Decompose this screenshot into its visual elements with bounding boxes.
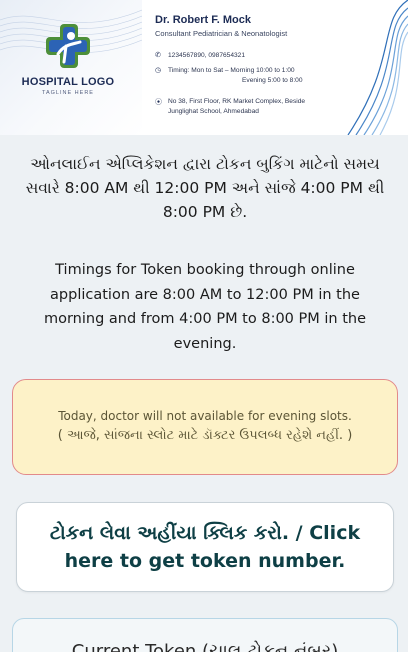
timing-line: ◷ Timing: Mon to Sat – Morning 10:00 to … <box>155 66 303 86</box>
swoosh-decoration <box>347 0 408 135</box>
hospital-cross-logo-icon <box>46 24 90 68</box>
doctor-title: Consultant Pediatrician & Neonatologist <box>155 29 288 38</box>
address-line: ⦿ No 38, First Floor, RK Market Complex,… <box>155 97 305 117</box>
get-token-button-label: ટોકન લેવા અહીંયા ક્લિક કરો. / Click here… <box>49 522 361 572</box>
current-token-label: Current Token (ચાલુ ટોકન નંબર) <box>71 641 339 652</box>
logo-panel: HOSPITAL LOGO TAGLINE HERE <box>0 0 142 135</box>
logo-tagline: TAGLINE HERE <box>42 90 94 96</box>
timing-line-2: Evening 5:00 to 8:00 <box>242 77 303 84</box>
timing-line-1: Timing: Mon to Sat – Morning 10:00 to 1:… <box>168 67 295 74</box>
get-token-button[interactable]: ટોકન લેવા અહીંયા ક્લિક કરો. / Click here… <box>16 502 394 592</box>
header-banner: HOSPITAL LOGO TAGLINE HERE Dr. Robert F.… <box>0 0 408 135</box>
location-pin-icon: ⦿ <box>155 99 162 106</box>
address-line-2: Junglighat School, Ahmedabad <box>168 108 259 115</box>
doctor-name: Dr. Robert F. Mock <box>155 14 251 26</box>
clock-icon: ◷ <box>155 67 162 74</box>
booking-timing-notice-english: Timings for Token booking through online… <box>43 262 367 352</box>
phone-text: 1234567890, 0987654321 <box>168 52 246 59</box>
alert-text-gujarati: ( આજે, સાંજના સ્લોટ માટે ડૉક્ટર ઉપલબ્ધ ર… <box>57 428 353 443</box>
alert-text-english: Today, doctor will not available for eve… <box>58 409 352 423</box>
current-token-card: Current Token (ચાલુ ટોકન નંબર) <box>12 618 398 652</box>
logo-title: HOSPITAL LOGO <box>21 76 115 88</box>
phone-line: ✆ 1234567890, 0987654321 <box>155 51 245 61</box>
address-line-1: No 38, First Floor, RK Market Complex, B… <box>168 98 306 105</box>
booking-timing-notice-gujarati: ઓનલાઈન એપ્લિકેશન દ્વારા ટોકન બુકિંગ માટે… <box>25 155 385 221</box>
doctor-unavailable-alert: Today, doctor will not available for eve… <box>12 379 398 475</box>
phone-icon: ✆ <box>155 52 161 59</box>
